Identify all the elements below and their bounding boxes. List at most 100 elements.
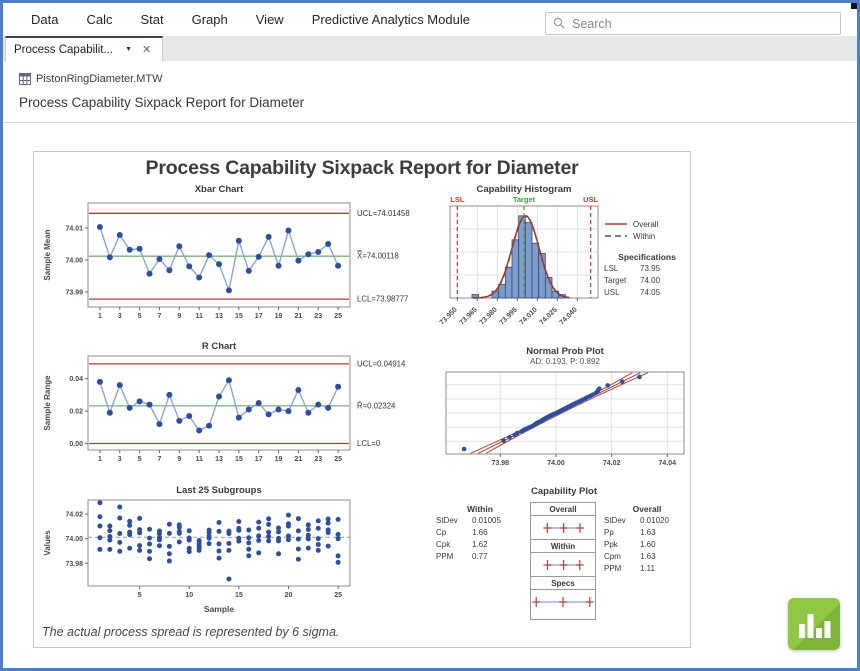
svg-text:19: 19 bbox=[275, 313, 283, 320]
chevron-down-icon[interactable]: ▼ bbox=[125, 46, 132, 53]
svg-text:73.99: 73.99 bbox=[65, 289, 83, 296]
svg-text:15: 15 bbox=[235, 456, 243, 463]
last-25-subgroups-chart: Last 25 SubgroupsValues73.9874.0074.0251… bbox=[40, 484, 442, 624]
svg-text:73.980: 73.980 bbox=[479, 306, 499, 326]
svg-text:Xbar Chart: Xbar Chart bbox=[195, 184, 244, 195]
worksheet-grid-icon bbox=[19, 73, 31, 85]
legend-item-within: Within bbox=[604, 230, 690, 242]
svg-text:13: 13 bbox=[215, 313, 223, 320]
svg-text:R̄=0.02324: R̄=0.02324 bbox=[357, 401, 396, 410]
search-box bbox=[545, 12, 841, 35]
svg-text:9: 9 bbox=[177, 456, 181, 463]
svg-text:23: 23 bbox=[314, 313, 322, 320]
output-pane: PistonRingDiameter.MTW Process Capabilit… bbox=[3, 61, 857, 668]
svg-text:11: 11 bbox=[195, 456, 203, 463]
search-input[interactable] bbox=[545, 12, 841, 35]
menu-item-view[interactable]: View bbox=[242, 12, 298, 27]
legend-overall-label: Overall bbox=[633, 220, 658, 229]
xbar-chart: Xbar Chart Sample Mean UCL=74.01458 X̿=74.0… bbox=[40, 179, 442, 337]
svg-text:USL: USL bbox=[583, 195, 598, 204]
svg-text:10: 10 bbox=[185, 592, 193, 599]
legend-item-overall: Overall bbox=[604, 218, 690, 230]
menu-item-data[interactable]: Data bbox=[17, 12, 72, 27]
specifications-title: Specifications bbox=[604, 252, 690, 262]
svg-text:20: 20 bbox=[285, 592, 293, 599]
overall-pp-row: Pp1.63 bbox=[604, 527, 690, 539]
histogram-legend-and-specs: Overall Within Specifications LSL73.95 T… bbox=[604, 218, 690, 299]
svg-text:R Chart: R Chart bbox=[202, 341, 237, 352]
svg-text:Sample: Sample bbox=[204, 604, 235, 614]
svg-text:25: 25 bbox=[334, 313, 342, 320]
normal-prob-plot: Normal Prob PlotAD: 0.193, P: 0.892 73.98… bbox=[438, 344, 690, 470]
svg-text:LCL=73.98777: LCL=73.98777 bbox=[357, 295, 408, 304]
within-cp-row: Cp1.66 bbox=[436, 527, 524, 539]
svg-text:0.00: 0.00 bbox=[69, 441, 83, 448]
svg-text:3: 3 bbox=[118, 313, 122, 320]
svg-text:1: 1 bbox=[98, 313, 102, 320]
svg-text:X̿=74.00118: X̿=74.00118 bbox=[357, 252, 399, 261]
svg-text:UCL=0.04914: UCL=0.04914 bbox=[357, 359, 406, 368]
svg-text:Normal Prob Plot: Normal Prob Plot bbox=[526, 346, 604, 357]
within-cpk-row: Cpk1.62 bbox=[436, 539, 524, 551]
svg-text:5: 5 bbox=[138, 456, 142, 463]
interval-within bbox=[531, 553, 595, 577]
svg-text:9: 9 bbox=[177, 313, 181, 320]
svg-text:74.040: 74.040 bbox=[559, 306, 579, 326]
figure-footnote: The actual process spread is represented… bbox=[42, 625, 339, 639]
svg-text:21: 21 bbox=[294, 456, 302, 463]
overall-stats-title: Overall bbox=[604, 504, 690, 514]
within-ppm-row: PPM0.77 bbox=[436, 551, 524, 563]
interval-label-overall: Overall bbox=[531, 503, 595, 516]
capability-intervals: Overall Within Specs bbox=[530, 502, 596, 620]
worksheet-row[interactable]: PistonRingDiameter.MTW bbox=[19, 73, 163, 85]
tab-process-capability[interactable]: Process Capabilit... ▼ ✕ bbox=[5, 36, 163, 61]
tab-bar: Process Capabilit... ▼ ✕ bbox=[3, 36, 857, 61]
sixpack-report-figure[interactable]: Process Capability Sixpack Report for Di… bbox=[33, 151, 691, 648]
svg-text:74.010: 74.010 bbox=[519, 306, 539, 326]
svg-text:17: 17 bbox=[255, 313, 263, 320]
svg-text:Sample Mean: Sample Mean bbox=[43, 229, 52, 280]
interval-label-specs: Specs bbox=[531, 577, 595, 590]
menu-item-stat[interactable]: Stat bbox=[126, 12, 177, 27]
menu-item-predictive-analytics-module[interactable]: Predictive Analytics Module bbox=[298, 12, 484, 27]
svg-text:74.02: 74.02 bbox=[603, 460, 621, 467]
svg-text:73.965: 73.965 bbox=[459, 306, 479, 326]
within-stats-title: Within bbox=[436, 504, 524, 514]
svg-text:Sample Range: Sample Range bbox=[43, 375, 52, 431]
svg-text:3: 3 bbox=[118, 456, 122, 463]
svg-text:73.98: 73.98 bbox=[492, 460, 510, 467]
divider bbox=[3, 122, 857, 123]
svg-text:74.025: 74.025 bbox=[539, 306, 559, 326]
svg-text:1: 1 bbox=[98, 456, 102, 463]
minitab-window: Data Calc Stat Graph View Predictive Ana… bbox=[0, 0, 860, 671]
svg-text:Last 25 Subgroups: Last 25 Subgroups bbox=[176, 485, 262, 496]
svg-text:Target: Target bbox=[513, 195, 536, 204]
svg-text:UCL=74.01458: UCL=74.01458 bbox=[357, 209, 410, 218]
svg-text:21: 21 bbox=[294, 313, 302, 320]
within-statistics: Within StDev0.01005 Cp1.66 Cpk1.62 PPM0.… bbox=[436, 504, 524, 563]
within-line-sample bbox=[604, 233, 628, 239]
svg-text:74.04: 74.04 bbox=[659, 460, 677, 467]
svg-text:25: 25 bbox=[334, 456, 342, 463]
svg-text:73.950: 73.950 bbox=[439, 306, 459, 326]
svg-text:7: 7 bbox=[158, 456, 162, 463]
menu-item-calc[interactable]: Calc bbox=[72, 12, 126, 27]
minitab-logo-icon[interactable] bbox=[788, 598, 840, 650]
close-icon[interactable]: ✕ bbox=[142, 43, 151, 56]
tab-label: Process Capabilit... bbox=[14, 44, 113, 56]
overall-ppm-row: PPM1.11 bbox=[604, 563, 690, 575]
menu-item-graph[interactable]: Graph bbox=[178, 12, 242, 27]
capability-plot-title: Capability Plot bbox=[438, 486, 690, 497]
svg-text:74.00: 74.00 bbox=[65, 536, 83, 543]
svg-text:AD: 0.193, P: 0.892: AD: 0.193, P: 0.892 bbox=[530, 357, 600, 366]
output-title: Process Capability Sixpack Report for Di… bbox=[19, 95, 304, 110]
overall-statistics: Overall StDev0.01020 Pp1.63 Ppk1.60 Cpm1… bbox=[604, 504, 690, 575]
svg-text:Capability Histogram: Capability Histogram bbox=[476, 184, 571, 195]
svg-text:74.00: 74.00 bbox=[65, 257, 83, 264]
svg-text:74.00: 74.00 bbox=[547, 460, 565, 467]
resize-handle[interactable] bbox=[851, 3, 857, 9]
r-chart: R Chart Sample Range UCL=0.04914 R̄=0.02324… bbox=[40, 340, 442, 476]
svg-text:73.98: 73.98 bbox=[65, 561, 83, 568]
interval-label-within: Within bbox=[531, 540, 595, 553]
spec-row-usl: USL74.05 bbox=[604, 287, 690, 299]
